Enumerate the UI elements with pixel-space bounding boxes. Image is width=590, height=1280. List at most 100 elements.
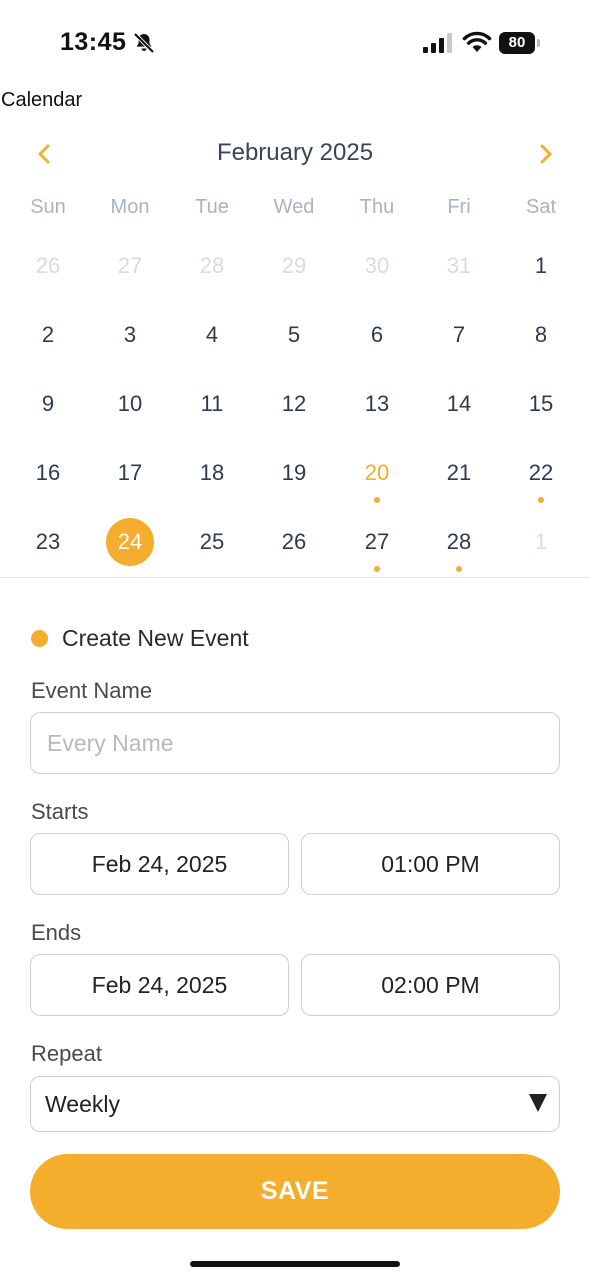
section-indicator-dot (31, 630, 48, 647)
calendar-day[interactable]: 5 (253, 304, 335, 366)
event-name-label: Event Name (31, 678, 153, 703)
day-number: 19 (281, 460, 307, 485)
calendar-day[interactable]: 7 (418, 304, 500, 366)
event-dot (456, 566, 462, 572)
home-indicator (190, 1261, 400, 1267)
day-number: 16 (35, 460, 61, 485)
day-number: 12 (281, 391, 307, 416)
day-number: 21 (446, 460, 472, 485)
weekday-label: Sun (30, 196, 66, 218)
day-number: 22 (528, 460, 554, 485)
calendar-day[interactable]: 11 (171, 373, 253, 435)
day-number: 23 (35, 529, 61, 554)
weekday-label: Mon (110, 196, 150, 218)
calendar-day-selected[interactable]: 24 (89, 511, 171, 573)
calendar-day: 29 (253, 235, 335, 297)
day-number: 3 (123, 322, 137, 347)
calendar-day: 26 (7, 235, 89, 297)
day-number: 24 (117, 529, 143, 554)
calendar-day[interactable]: 6 (336, 304, 418, 366)
calendar-day[interactable]: 3 (89, 304, 171, 366)
calendar-day-today[interactable]: 20 (336, 442, 418, 504)
calendar-day[interactable]: 15 (500, 373, 582, 435)
calendar-day[interactable]: 22 (500, 442, 582, 504)
day-number: 14 (446, 391, 472, 416)
start-time-field[interactable]: 01:00 PM (301, 833, 560, 895)
calendar-day[interactable]: 1 (500, 235, 582, 297)
starts-label: Starts (31, 799, 89, 824)
repeat-label: Repeat (31, 1041, 102, 1066)
calendar-day: 27 (89, 235, 171, 297)
calendar-day[interactable]: 25 (171, 511, 253, 573)
calendar-day[interactable]: 27 (336, 511, 418, 573)
day-number: 26 (35, 253, 61, 278)
calendar-day[interactable]: 13 (336, 373, 418, 435)
event-name-field[interactable] (30, 712, 560, 774)
end-date-value: Feb 24, 2025 (91, 972, 228, 998)
status-time: 13:45 (60, 28, 127, 56)
end-time-field[interactable]: 02:00 PM (301, 954, 560, 1016)
calendar-day[interactable]: 17 (89, 442, 171, 504)
day-number: 31 (446, 253, 472, 278)
day-number: 6 (370, 322, 384, 347)
calendar-day: 28 (171, 235, 253, 297)
battery-level: 80 (508, 34, 526, 51)
dropdown-arrow-icon (529, 1094, 547, 1112)
event-dot (538, 497, 544, 503)
calendar-header: February 2025 (0, 132, 590, 176)
calendar-day[interactable]: 14 (418, 373, 500, 435)
save-button[interactable]: SAVE (30, 1154, 560, 1229)
repeat-value: Weekly (45, 1091, 120, 1117)
start-date-value: Feb 24, 2025 (91, 851, 228, 877)
calendar-day: 1 (500, 511, 582, 573)
end-time-value: 02:00 PM (381, 972, 480, 998)
event-dot (374, 497, 380, 503)
calendar-day[interactable]: 16 (7, 442, 89, 504)
day-number: 9 (41, 391, 55, 416)
battery-icon: 80 (499, 32, 541, 54)
calendar-day: 31 (418, 235, 500, 297)
wifi-icon (462, 31, 492, 52)
day-number: 26 (281, 529, 307, 554)
day-number: 10 (117, 391, 143, 416)
event-name-input[interactable] (31, 713, 559, 773)
calendar-day[interactable]: 10 (89, 373, 171, 435)
weekday-header: Sun Mon Tue Wed Thu Fri Sat (0, 196, 590, 222)
day-number: 29 (281, 253, 307, 278)
calendar-day[interactable]: 21 (418, 442, 500, 504)
month-title: February 2025 (216, 139, 374, 166)
day-number: 27 (117, 253, 143, 278)
day-number: 28 (199, 253, 225, 278)
calendar-day[interactable]: 4 (171, 304, 253, 366)
weekday-label: Sat (525, 196, 557, 218)
day-number: 4 (205, 322, 219, 347)
section-title: Create New Event (62, 625, 249, 651)
calendar-day[interactable]: 9 (7, 373, 89, 435)
day-number: 13 (364, 391, 390, 416)
calendar-day[interactable]: 8 (500, 304, 582, 366)
day-number: 2 (41, 322, 55, 347)
day-number: 25 (199, 529, 225, 554)
calendar-day[interactable]: 23 (7, 511, 89, 573)
calendar-day[interactable]: 18 (171, 442, 253, 504)
day-number: 7 (452, 322, 466, 347)
end-date-field[interactable]: Feb 24, 2025 (30, 954, 289, 1016)
weekday-label: Thu (359, 196, 395, 218)
calendar-day[interactable]: 26 (253, 511, 335, 573)
event-dot (374, 566, 380, 572)
calendar-day[interactable]: 19 (253, 442, 335, 504)
repeat-select[interactable]: Weekly (30, 1076, 560, 1132)
day-number: 27 (364, 529, 390, 554)
start-time-value: 01:00 PM (381, 851, 480, 877)
calendar-day[interactable]: 12 (253, 373, 335, 435)
day-number: 11 (200, 391, 224, 416)
divider (0, 577, 590, 578)
chevron-right-icon[interactable] (530, 138, 562, 170)
calendar-day[interactable]: 2 (7, 304, 89, 366)
weekday-label: Tue (195, 196, 229, 218)
start-date-field[interactable]: Feb 24, 2025 (30, 833, 289, 895)
calendar-day: 30 (336, 235, 418, 297)
weekday-label: Wed (273, 196, 315, 218)
day-number: 17 (117, 460, 143, 485)
calendar-day[interactable]: 28 (418, 511, 500, 573)
